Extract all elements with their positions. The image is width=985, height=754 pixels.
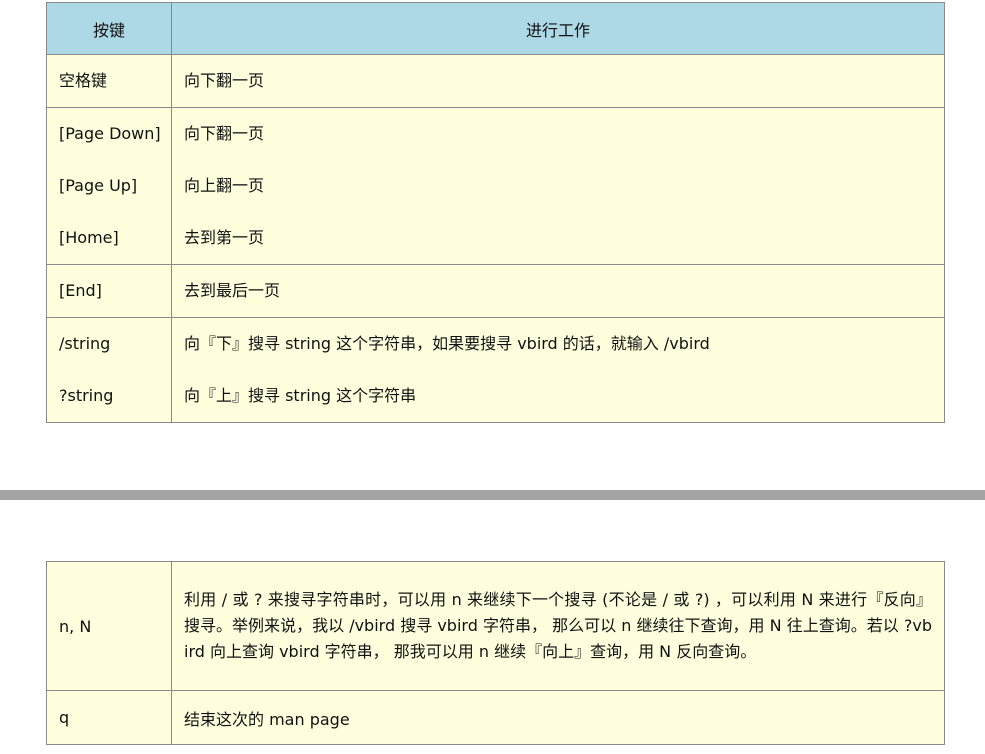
keys-table-bottom: n, N 利用 / 或 ? 来搜寻字符串时，可以用 n 来继续下一个搜寻 (不论… <box>46 561 945 745</box>
action-label: 去到最后一页 <box>184 281 281 300</box>
action-cell: 结束这次的 man page <box>171 690 945 745</box>
table-row: [Page Down] [Page Up] [Home] 向下翻一页 向上翻一页… <box>46 107 945 265</box>
key-label: [End] <box>59 281 102 300</box>
key-cell: /string ?string <box>46 317 172 423</box>
table-row: n, N 利用 / 或 ? 来搜寻字符串时，可以用 n 来继续下一个搜寻 (不论… <box>46 561 945 691</box>
action-cell: 向『下』搜寻 string 这个字符串，如果要搜寻 vbird 的话，就输入 /… <box>171 317 945 423</box>
table-row: q 结束这次的 man page <box>46 690 945 745</box>
action-cell: 利用 / 或 ? 来搜寻字符串时，可以用 n 来继续下一个搜寻 (不论是 / 或… <box>171 561 945 691</box>
key-cell: q <box>46 690 172 745</box>
table-header-row: 按键 进行工作 <box>46 2 945 55</box>
table-row: [End] 去到最后一页 <box>46 264 945 318</box>
action-cell: 去到最后一页 <box>171 264 945 318</box>
action-label: 向『下』搜寻 string 这个字符串，如果要搜寻 vbird 的话，就输入 /… <box>184 334 710 353</box>
key-cell: [Page Down] [Page Up] [Home] <box>46 107 172 265</box>
action-cell: 向下翻一页 向上翻一页 去到第一页 <box>171 107 945 265</box>
key-label: /string <box>59 334 111 353</box>
keys-table-top: 按键 进行工作 空格键 向下翻一页 [Page Down] [Page Up] … <box>46 2 945 423</box>
key-label: 空格键 <box>59 71 108 90</box>
key-label: [Page Down] <box>59 124 161 143</box>
action-paragraph: 利用 / 或 ? 来搜寻字符串时，可以用 n 来继续下一个搜寻 (不论是 / 或… <box>184 590 932 661</box>
action-label: 向下翻一页 <box>184 71 265 90</box>
header-key: 按键 <box>46 2 172 55</box>
key-label: q <box>59 708 70 727</box>
key-label: [Home] <box>59 228 119 247</box>
key-label: [Page Up] <box>59 176 138 195</box>
header-action: 进行工作 <box>171 2 945 55</box>
action-label: 向上翻一页 <box>184 176 265 195</box>
table-row: 空格键 向下翻一页 <box>46 54 945 108</box>
key-label: ?string <box>59 386 114 405</box>
action-label: 向下翻一页 <box>184 124 265 143</box>
section-divider <box>0 490 985 500</box>
action-label: 结束这次的 man page <box>184 709 350 729</box>
key-label: n, N <box>59 616 92 636</box>
table-row: /string ?string 向『下』搜寻 string 这个字符串，如果要搜… <box>46 317 945 423</box>
key-cell: [End] <box>46 264 172 318</box>
action-label: 去到第一页 <box>184 228 265 247</box>
action-cell: 向下翻一页 <box>171 54 945 108</box>
key-cell: n, N <box>46 561 172 691</box>
key-cell: 空格键 <box>46 54 172 108</box>
action-label: 向『上』搜寻 string 这个字符串 <box>184 386 417 405</box>
